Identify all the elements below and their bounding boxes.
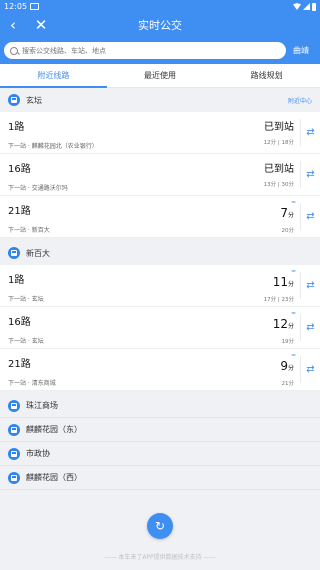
arrival-status: 已到站 — [264, 122, 294, 133]
swap-direction-icon[interactable]: ⇄ — [300, 203, 320, 230]
arrival-info: ≈ 11分 17分 | 23分 — [238, 265, 300, 306]
eta-unit: 分 — [287, 323, 294, 330]
station-name: 麒麟花园（西） — [26, 473, 82, 482]
notification-icon — [30, 3, 40, 10]
next-stop: 下一站 · 麒麟花园北（农业银行） — [8, 143, 98, 150]
station-header: 新百大 — [0, 241, 320, 265]
swap-direction-icon[interactable]: ⇄ — [300, 272, 320, 299]
nearby-center-link[interactable]: 附近中心 — [288, 96, 312, 105]
eta-minutes: 7 — [280, 206, 288, 220]
city-selector[interactable]: 曲靖 — [286, 45, 316, 56]
eta-minutes: 11 — [272, 275, 288, 289]
collapsed-station[interactable]: 市政协 — [0, 442, 320, 466]
route-row[interactable]: 16路 下一站 · 交通路沃尔玛 已到站 13分 | 30分 ⇄ — [0, 154, 320, 196]
refresh-button[interactable]: ↻ — [147, 513, 173, 539]
route-name: 21路 — [8, 359, 31, 370]
next-stop: 下一站 · 新百大 — [8, 227, 50, 234]
route-row[interactable]: 1路 下一站 · 玄坛 ≈ 11分 17分 | 23分 ⇄ — [0, 265, 320, 307]
following-buses: 17分 | 23分 — [263, 297, 294, 303]
battery-icon — [312, 2, 316, 11]
station-name: 新百大 — [26, 248, 50, 258]
search-icon — [10, 46, 18, 55]
route-row[interactable]: 21路 下一站 · 新百大 ≈ 7分 20分 ⇄ — [0, 196, 320, 238]
bus-stop-icon — [8, 447, 20, 460]
arrival-info: ≈ 12分 19分 — [238, 307, 300, 348]
following-buses: 12分 | 18分 — [263, 140, 294, 146]
bus-stop-icon — [8, 399, 20, 412]
station-name: 珠江商场 — [26, 401, 58, 410]
eta-minutes: 12 — [272, 317, 288, 331]
status-time: 12:05 — [4, 2, 28, 11]
realtime-signal-icon: ≈ — [290, 352, 296, 359]
following-buses: 20分 — [281, 228, 295, 234]
tab-route-planning[interactable]: 路线规划 — [213, 64, 320, 87]
search-input[interactable] — [22, 46, 280, 55]
bus-stop-icon — [8, 247, 20, 259]
signal-icon — [303, 3, 310, 10]
app-header: 12:05 ‹ ✕ 实时公交 曲靖 — [0, 0, 320, 64]
swap-direction-icon[interactable]: ⇄ — [300, 119, 320, 146]
footer-credit: —— 本车来了APP提供数据技术支持 —— — [104, 554, 216, 561]
bus-stop-icon — [8, 423, 20, 436]
following-buses: 13分 | 30分 — [263, 182, 294, 188]
swap-direction-icon[interactable]: ⇄ — [300, 314, 320, 341]
route-name: 1路 — [8, 275, 25, 286]
collapsed-station[interactable]: 珠江商场 — [0, 394, 320, 418]
tab-nearby[interactable]: 附近线路 — [0, 64, 107, 88]
next-stop: 下一站 · 玄坛 — [8, 338, 44, 345]
arrival-info: ≈ 9分 21分 — [238, 349, 300, 390]
station-group: 玄坛 附近中心 1路 下一站 · 麒麟花园北（农业银行） 已到站 12分 | 1… — [0, 88, 320, 238]
status-bar: 12:05 — [0, 0, 320, 13]
arrival-status: 已到站 — [264, 164, 294, 175]
route-row[interactable]: 21路 下一站 · 清东商城 ≈ 9分 21分 ⇄ — [0, 349, 320, 391]
arrival-info: ≈ 7分 20分 — [238, 196, 300, 237]
wifi-icon — [293, 3, 301, 10]
search-row: 曲靖 — [0, 37, 320, 64]
next-stop: 下一站 · 清东商城 — [8, 380, 56, 387]
station-name: 麒麟花园（东） — [26, 425, 82, 434]
next-stop: 下一站 · 交通路沃尔玛 — [8, 185, 68, 192]
route-name: 16路 — [8, 317, 31, 328]
eta-unit: 分 — [287, 281, 294, 288]
realtime-signal-icon: ≈ — [290, 268, 296, 275]
close-button[interactable]: ✕ — [28, 13, 54, 37]
arrival-info: 已到站 12分 | 18分 — [238, 112, 300, 153]
eta-minutes: 9 — [280, 359, 288, 373]
station-group: 新百大 1路 下一站 · 玄坛 ≈ 11分 17分 | 23分 ⇄ 16路 下一… — [0, 241, 320, 391]
bus-stop-icon — [8, 471, 20, 484]
route-name: 16路 — [8, 164, 31, 175]
following-buses: 21分 — [281, 381, 295, 387]
back-button[interactable]: ‹ — [0, 13, 26, 37]
arrival-info: 已到站 13分 | 30分 — [238, 154, 300, 195]
collapsed-station[interactable]: 麒麟花园（西） — [0, 466, 320, 490]
station-name: 玄坛 — [26, 95, 42, 105]
route-name: 1路 — [8, 122, 25, 133]
search-box[interactable] — [4, 42, 286, 59]
realtime-signal-icon: ≈ — [290, 310, 296, 317]
route-row[interactable]: 1路 下一站 · 麒麟花园北（农业银行） 已到站 12分 | 18分 ⇄ — [0, 112, 320, 154]
next-stop: 下一站 · 玄坛 — [8, 296, 44, 303]
swap-direction-icon[interactable]: ⇄ — [300, 356, 320, 383]
station-name: 市政协 — [26, 449, 50, 458]
tab-bar: 附近线路 最近使用 路线规划 — [0, 64, 320, 88]
route-name: 21路 — [8, 206, 31, 217]
eta-unit: 分 — [287, 212, 294, 219]
realtime-signal-icon: ≈ — [290, 199, 296, 206]
eta-unit: 分 — [287, 365, 294, 372]
swap-direction-icon[interactable]: ⇄ — [300, 161, 320, 188]
bus-stop-icon — [8, 94, 20, 106]
tab-recent[interactable]: 最近使用 — [107, 64, 214, 87]
collapsed-station[interactable]: 麒麟花园（东） — [0, 418, 320, 442]
following-buses: 19分 — [281, 339, 295, 345]
route-row[interactable]: 16路 下一站 · 玄坛 ≈ 12分 19分 ⇄ — [0, 307, 320, 349]
title-bar: ‹ ✕ 实时公交 — [0, 13, 320, 37]
station-header: 玄坛 附近中心 — [0, 88, 320, 112]
